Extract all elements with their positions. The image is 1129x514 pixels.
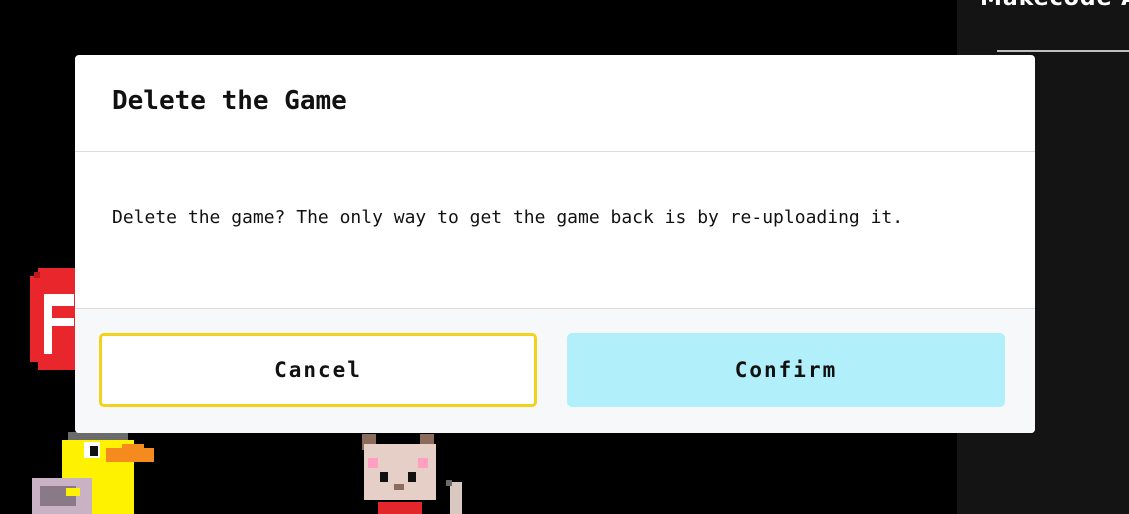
dialog-message: Delete the game? The only way to get the…: [112, 207, 904, 228]
arcade-logo-icon: [30, 268, 78, 370]
dialog-body: Delete the game? The only way to get the…: [75, 152, 1035, 309]
confirm-button[interactable]: Confirm: [567, 333, 1005, 407]
screen: Makecode Ar Delete: [0, 0, 1129, 514]
cancel-button-label: Cancel: [274, 358, 362, 382]
confirm-button-label: Confirm: [734, 358, 838, 382]
cat-sprite-icon: [362, 434, 462, 514]
dialog-title: Delete the Game: [112, 86, 347, 116]
side-panel-underline: [997, 50, 1129, 52]
dialog-footer: Cancel Confirm: [75, 309, 1035, 433]
duck-sprite-icon: [32, 432, 154, 514]
dialog-header: Delete the Game: [75, 55, 1035, 152]
delete-game-dialog: Delete the Game Delete the game? The onl…: [75, 55, 1035, 433]
side-panel-title: Makecode Ar: [980, 0, 1129, 11]
cancel-button[interactable]: Cancel: [99, 333, 537, 407]
